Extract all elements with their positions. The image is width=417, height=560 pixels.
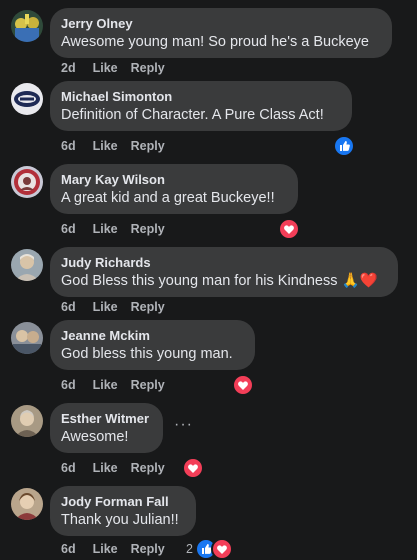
comment-author[interactable]: Jerry Olney — [61, 16, 380, 32]
comment-author[interactable]: Esther Witmer — [61, 411, 151, 427]
avatar[interactable] — [11, 249, 43, 281]
reply-button[interactable]: Reply — [131, 542, 165, 556]
comment-time[interactable]: 6d — [61, 300, 76, 314]
avatar[interactable] — [11, 405, 43, 437]
like-button[interactable]: Like — [93, 61, 118, 75]
reply-button[interactable]: Reply — [131, 300, 165, 314]
avatar[interactable] — [11, 83, 43, 115]
love-reaction-icon[interactable] — [278, 218, 300, 240]
comment-actions: 6d Like Reply — [61, 461, 165, 475]
avatar[interactable] — [11, 10, 43, 42]
reply-button[interactable]: Reply — [131, 139, 165, 153]
like-reaction-icon[interactable] — [333, 135, 355, 157]
comment-bubble: Esther Witmer Awesome! — [50, 403, 163, 453]
comment-bubble: Mary Kay Wilson A great kid and a great … — [50, 164, 298, 214]
comment-text: Definition of Character. A Pure Class Ac… — [61, 107, 324, 123]
like-button[interactable]: Like — [93, 139, 118, 153]
comment-author[interactable]: Judy Richards — [61, 255, 386, 271]
comment-actions: 6d Like Reply — [61, 222, 165, 236]
reply-button[interactable]: Reply — [131, 461, 165, 475]
reply-button[interactable]: Reply — [131, 222, 165, 236]
comment-author[interactable]: Michael Simonton — [61, 89, 340, 105]
comment-text: Awesome young man! So proud he's a Bucke… — [61, 34, 369, 50]
reply-button[interactable]: Reply — [131, 378, 165, 392]
avatar[interactable] — [11, 322, 43, 354]
love-reaction-icon[interactable] — [182, 457, 204, 479]
comment-bubble: Jeanne Mckim God bless this young man. — [50, 320, 255, 370]
comment-text: Awesome! — [61, 429, 129, 445]
comment-actions: 6d Like Reply — [61, 139, 165, 153]
comment-time[interactable]: 6d — [61, 378, 76, 392]
comment-time[interactable]: 6d — [61, 139, 76, 153]
like-button[interactable]: Like — [93, 542, 118, 556]
comment-actions: 2d Like Reply — [61, 61, 165, 75]
comment-actions: 6d Like Reply — [61, 300, 165, 314]
like-button[interactable]: Like — [93, 222, 118, 236]
comment-author[interactable]: Jody Forman Fall — [61, 494, 184, 510]
comment-time[interactable]: 6d — [61, 222, 76, 236]
like-button[interactable]: Like — [93, 461, 118, 475]
comment-bubble: Jerry Olney Awesome young man! So proud … — [50, 8, 392, 58]
comment-bubble: Michael Simonton Definition of Character… — [50, 81, 352, 131]
avatar[interactable] — [11, 166, 43, 198]
comment-time[interactable]: 6d — [61, 542, 76, 556]
comment-text: A great kid and a great Buckeye!! — [61, 190, 275, 206]
like-button[interactable]: Like — [93, 378, 118, 392]
comment-text: Thank you Julian!! — [61, 512, 179, 528]
comment-author[interactable]: Jeanne Mckim — [61, 328, 243, 344]
comment-actions: 6d Like Reply — [61, 378, 165, 392]
comment-text: God Bless this young man for his Kindnes… — [61, 273, 378, 289]
reply-button[interactable]: Reply — [131, 61, 165, 75]
comment-time[interactable]: 2d — [61, 61, 76, 75]
comment-bubble: Jody Forman Fall Thank you Julian!! — [50, 486, 196, 536]
comment-text: God bless this young man. — [61, 346, 233, 362]
comment-actions: 6d Like Reply — [61, 542, 165, 556]
love-reaction-icon[interactable] — [232, 374, 254, 396]
comment-time[interactable]: 6d — [61, 461, 76, 475]
reaction-count[interactable]: 2 — [186, 542, 193, 556]
avatar[interactable] — [11, 488, 43, 520]
comment-author[interactable]: Mary Kay Wilson — [61, 172, 286, 188]
comment-bubble: Judy Richards God Bless this young man f… — [50, 247, 398, 297]
love-reaction-icon[interactable] — [211, 538, 233, 560]
more-options-icon[interactable]: ··· — [174, 416, 193, 434]
like-button[interactable]: Like — [93, 300, 118, 314]
